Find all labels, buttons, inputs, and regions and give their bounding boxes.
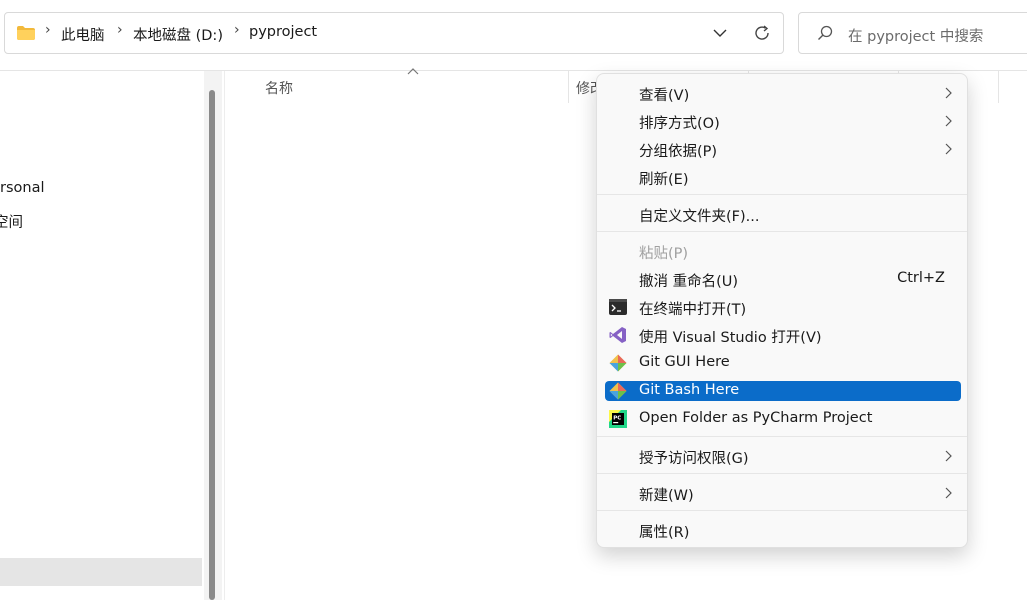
top-bar: › 此电脑 › 本地磁盘 (D:) › pyproject 在 pyprojec…	[0, 0, 1027, 71]
menu-item-open-as-pycharm-project[interactable]: PC Open Folder as PyCharm Project	[603, 407, 961, 431]
menu-item-customize-folder[interactable]: 自定义文件夹(F)...	[603, 202, 961, 226]
menu-separator	[597, 436, 967, 437]
menu-item-properties[interactable]: 属性(R)	[603, 518, 961, 542]
address-bar[interactable]: › 此电脑 › 本地磁盘 (D:) › pyproject	[4, 12, 784, 54]
menu-item-sort[interactable]: 排序方式(O)	[603, 109, 961, 133]
git-icon	[609, 354, 627, 372]
menu-item-paste[interactable]: 粘贴(P)	[603, 239, 961, 263]
git-icon	[609, 382, 627, 400]
menu-item-git-gui[interactable]: Git GUI Here	[603, 351, 961, 375]
search-box[interactable]: 在 pyproject 中搜索	[798, 12, 1027, 54]
chevron-right-icon[interactable]: ›	[45, 22, 51, 38]
menu-separator	[597, 231, 967, 232]
navigation-pane: rsonal 空间	[0, 71, 204, 600]
chevron-down-icon[interactable]	[712, 25, 728, 41]
visual-studio-icon	[609, 327, 626, 343]
chevron-right-icon[interactable]: ›	[117, 22, 123, 38]
menu-item-group[interactable]: 分组依据(P)	[603, 137, 961, 161]
breadcrumb-pyproject[interactable]: pyproject	[249, 24, 317, 40]
menu-separator	[597, 194, 967, 195]
nav-item-personal[interactable]: rsonal	[0, 180, 45, 196]
menu-item-open-in-terminal[interactable]: 在终端中打开(T)	[603, 295, 961, 319]
menu-separator	[597, 510, 967, 511]
column-name-label: 名称	[265, 81, 293, 97]
chevron-right-icon	[945, 143, 952, 155]
menu-item-open-with-visual-studio[interactable]: 使用 Visual Studio 打开(V)	[603, 323, 961, 347]
nav-selected-item[interactable]	[0, 558, 202, 586]
menu-item-git-bash[interactable]: Git Bash Here	[605, 381, 961, 401]
breadcrumb-local-disk[interactable]: 本地磁盘 (D:)	[133, 24, 223, 45]
menu-item-view[interactable]: 查看(V)	[603, 81, 961, 105]
svg-text:PC: PC	[613, 416, 621, 422]
search-placeholder[interactable]: 在 pyproject 中搜索	[848, 25, 983, 46]
chevron-right-icon	[945, 450, 952, 462]
menu-item-refresh[interactable]: 刷新(E)	[603, 165, 961, 189]
context-menu: 查看(V) 排序方式(O) 分组依据(P) 刷新(E) 自定义文件夹(F)...…	[596, 73, 968, 548]
search-icon	[818, 25, 833, 40]
refresh-icon[interactable]	[753, 24, 771, 42]
breadcrumb-this-pc[interactable]: 此电脑	[61, 24, 105, 45]
chevron-right-icon[interactable]: ›	[234, 22, 240, 38]
menu-item-undo-rename[interactable]: 撤消 重命名(U) Ctrl+Z	[603, 267, 961, 291]
shortcut-text: Ctrl+Z	[897, 270, 945, 286]
menu-item-new[interactable]: 新建(W)	[603, 481, 961, 505]
menu-item-grant-access[interactable]: 授予访问权限(G)	[603, 444, 961, 468]
nav-scrollbar-thumb[interactable]	[209, 90, 215, 600]
column-divider[interactable]	[998, 71, 999, 103]
chevron-right-icon	[945, 115, 952, 127]
menu-separator	[597, 473, 967, 474]
terminal-icon	[609, 299, 627, 315]
column-header-name[interactable]: 名称	[225, 71, 568, 103]
pycharm-icon: PC	[609, 410, 627, 428]
nav-item-space[interactable]: 空间	[0, 211, 23, 232]
chevron-right-icon	[945, 487, 952, 499]
folder-icon	[17, 26, 35, 40]
chevron-right-icon	[945, 87, 952, 99]
